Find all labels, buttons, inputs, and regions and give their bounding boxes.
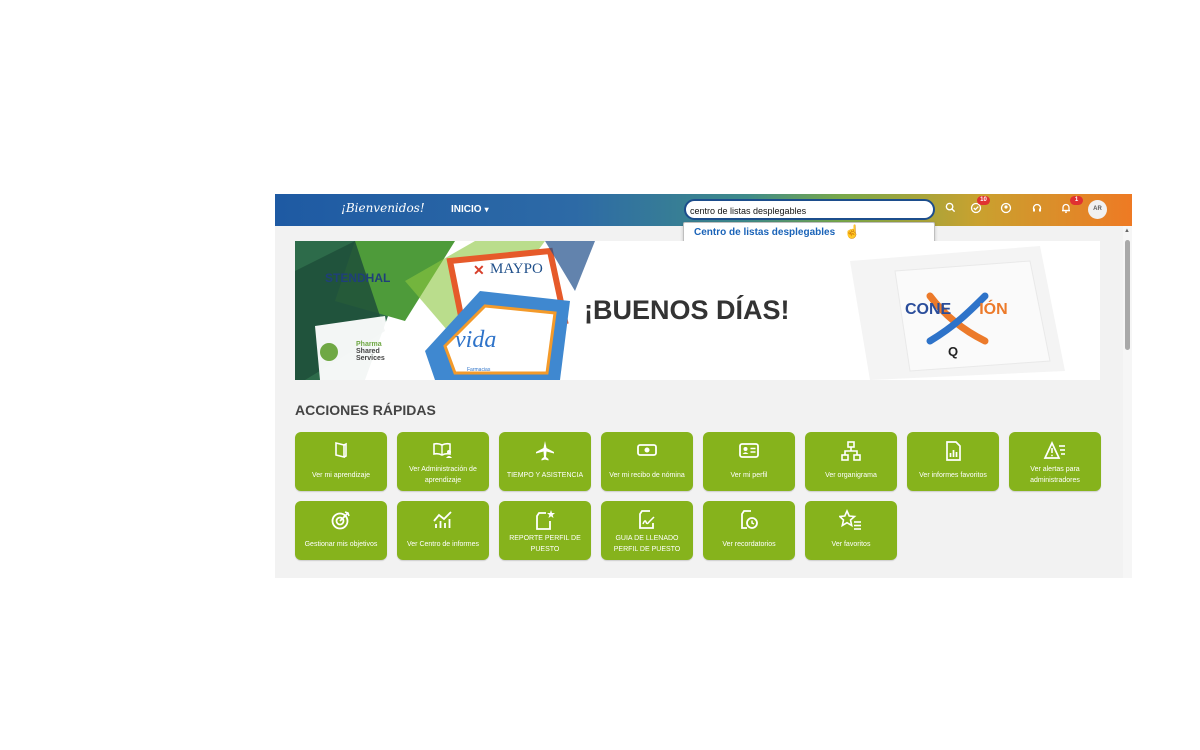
tile-centro-informes[interactable]: Ver Centro de informes <box>397 501 489 560</box>
tile-alertas-administradores[interactable]: Ver alertas para administradores <box>1009 432 1101 491</box>
tile-label: Ver organigrama <box>825 471 877 479</box>
tile-ver-organigrama[interactable]: Ver organigrama <box>805 432 897 491</box>
search-input[interactable] <box>686 202 928 220</box>
book-user-icon <box>397 440 489 462</box>
tile-administracion-aprendizaje[interactable]: Ver Administración de aprendizaje <box>397 432 489 491</box>
alert-list-icon <box>1009 440 1101 462</box>
tile-label: Ver favoritos <box>831 540 871 548</box>
conexion-subtitle: Q <box>948 344 959 359</box>
tile-ver-mi-aprendizaje[interactable]: Ver mi aprendizaje <box>295 432 387 491</box>
book-icon <box>295 440 387 462</box>
greeting-banner: STENDHAL MAYPO ✕ vida Farmacias Pharma S… <box>295 241 1100 380</box>
tile-tiempo-asistencia[interactable]: TIEMPO Y ASISTENCIA <box>499 432 591 491</box>
tile-ver-recordatorios[interactable]: Ver recordatorios <box>703 501 795 560</box>
target-icon <box>295 509 387 531</box>
search-box <box>684 199 935 220</box>
tile-label: TIEMPO Y ASISTENCIA <box>506 471 584 479</box>
tile-label: Ver informes favoritos <box>919 471 987 479</box>
pharma-emblem-icon <box>320 343 338 361</box>
document-star-icon <box>499 509 591 531</box>
report-chart-icon <box>907 440 999 462</box>
tile-label: Ver mi recibo de nómina <box>609 471 685 479</box>
vertical-scrollbar[interactable]: ▲ <box>1123 226 1132 578</box>
headset-icon[interactable] <box>1029 202 1045 218</box>
money-icon <box>601 440 693 462</box>
tile-guia-llenado-perfil[interactable]: GUIA DE LLENADO PERFIL DE PUESTO <box>601 501 693 560</box>
avatar[interactable]: AR <box>1088 200 1107 219</box>
tile-label: Ver alertas para administradores <box>1030 466 1080 484</box>
quick-actions-title: ACCIONES RÁPIDAS <box>295 402 436 418</box>
maypo-logo: MAYPO <box>490 261 543 277</box>
tile-label: Gestionar mis objetivos <box>304 540 378 548</box>
tile-reporte-perfil-puesto[interactable]: REPORTE PERFIL DE PUESTO <box>499 501 591 560</box>
tile-ver-favoritos[interactable]: Ver favoritos <box>805 501 897 560</box>
tile-label: REPORTE PERFIL DE PUESTO <box>509 535 581 553</box>
scrollbar-thumb[interactable] <box>1125 240 1130 350</box>
people-icon[interactable] <box>998 202 1014 218</box>
nav-inicio-menu[interactable]: INICIO ▾ <box>451 204 489 215</box>
search-icon[interactable] <box>942 202 958 218</box>
vida-subtitle: Farmacias <box>467 367 491 373</box>
tile-label: GUIA DE LLENADO PERFIL DE PUESTO <box>613 535 681 553</box>
nav-inicio-label: INICIO <box>451 204 482 215</box>
tile-label: Ver Centro de informes <box>407 540 479 548</box>
trend-chart-icon <box>397 509 489 531</box>
document-sign-icon <box>601 509 693 531</box>
main-content: STENDHAL MAYPO ✕ vida Farmacias Pharma S… <box>275 226 1123 578</box>
stendhal-logo: STENDHAL <box>325 271 391 285</box>
tile-informes-favoritos[interactable]: Ver informes favoritos <box>907 432 999 491</box>
maypo-mark-icon: ✕ <box>473 262 485 278</box>
notifications-badge: 1 <box>1070 196 1083 205</box>
tile-label: Ver mi aprendizaje <box>312 471 370 479</box>
tile-label: Ver Administración de aprendizaje <box>409 466 477 484</box>
tasks-badge: 10 <box>977 196 990 205</box>
conexion-logo: CONE IÓN <box>905 301 1008 318</box>
org-chart-icon <box>805 440 897 462</box>
tile-gestionar-objetivos[interactable]: Gestionar mis objetivos <box>295 501 387 560</box>
id-card-icon <box>703 440 795 462</box>
document-clock-icon <box>703 509 795 531</box>
tile-label: Ver recordatorios <box>722 540 776 548</box>
welcome-logo: ¡Bienvenidos! <box>341 201 425 215</box>
chevron-down-icon: ▾ <box>484 205 489 214</box>
scroll-up-arrow-icon[interactable]: ▲ <box>1124 228 1130 234</box>
greeting-text: ¡BUENOS DÍAS! <box>584 295 790 325</box>
star-list-icon <box>805 509 897 531</box>
app-window: ¡Bienvenidos! INICIO▾ 10 1 AR Centro de … <box>275 194 1132 578</box>
tile-ver-mi-perfil[interactable]: Ver mi perfil <box>703 432 795 491</box>
tile-label: Ver mi perfil <box>730 471 768 479</box>
vida-logo: vida <box>455 327 497 353</box>
tile-recibo-nomina[interactable]: Ver mi recibo de nómina <box>601 432 693 491</box>
airplane-icon <box>499 440 591 462</box>
